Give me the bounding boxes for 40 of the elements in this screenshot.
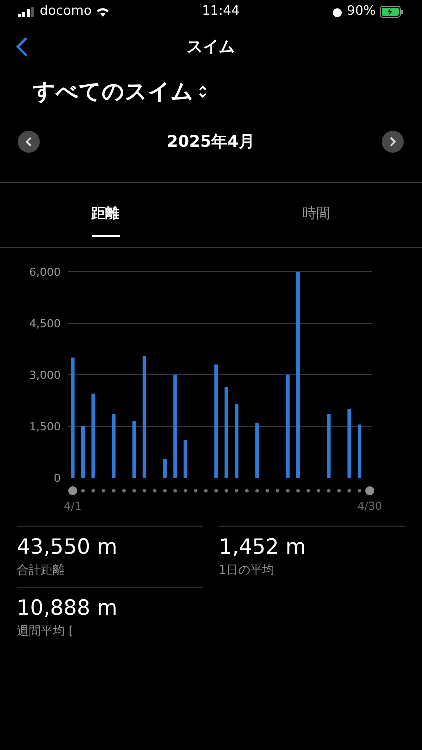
bar bbox=[327, 414, 331, 478]
axis-label: 4/30 bbox=[358, 500, 382, 513]
tab[interactable]: 距離 bbox=[0, 183, 211, 247]
axis-label: 1,500 bbox=[30, 420, 61, 434]
axis-label: 3,000 bbox=[30, 369, 61, 382]
stat-label: 合計距離 bbox=[17, 562, 66, 579]
back-chevron-icon bbox=[16, 37, 28, 57]
bar bbox=[358, 424, 362, 478]
stat-value: 43,550 m bbox=[17, 534, 119, 561]
stat-label: 1日の平均 bbox=[219, 562, 276, 579]
left-chevron-icon bbox=[25, 137, 33, 147]
tab[interactable]: 時間 bbox=[211, 183, 422, 247]
bar bbox=[256, 423, 260, 478]
carrier-name: docomo bbox=[40, 3, 92, 22]
signal-icon bbox=[18, 7, 36, 17]
bar bbox=[132, 421, 136, 478]
previous-month-button[interactable] bbox=[18, 131, 40, 153]
bar bbox=[163, 459, 167, 478]
screen-title: スイム bbox=[187, 36, 235, 58]
stat-value: 1,452 m bbox=[219, 534, 308, 561]
bar bbox=[184, 440, 188, 478]
stat-value: 10,888 m bbox=[17, 595, 119, 622]
battery-percent: 90% bbox=[347, 3, 376, 22]
axis-label: 4,500 bbox=[30, 318, 61, 330]
wifi-icon bbox=[96, 7, 110, 17]
battery-icon bbox=[380, 6, 404, 18]
right-chevron-icon bbox=[388, 137, 397, 147]
stat-label: 週間平均 [ bbox=[17, 623, 74, 640]
month-label: 2025年4月 bbox=[167, 131, 255, 153]
axis-label: 0 bbox=[54, 472, 61, 485]
workout-filter[interactable]: すべてのスイム bbox=[33, 72, 208, 112]
back-button[interactable] bbox=[14, 36, 30, 58]
up-down-chevron-icon bbox=[198, 84, 208, 100]
axis-label: 4/1 bbox=[64, 500, 82, 513]
clock: 11:44 bbox=[202, 3, 240, 22]
bar bbox=[348, 409, 352, 478]
next-month-button[interactable] bbox=[382, 131, 404, 153]
axis-label: 6,000 bbox=[30, 266, 61, 279]
bar bbox=[112, 414, 116, 478]
bar bbox=[81, 426, 86, 478]
